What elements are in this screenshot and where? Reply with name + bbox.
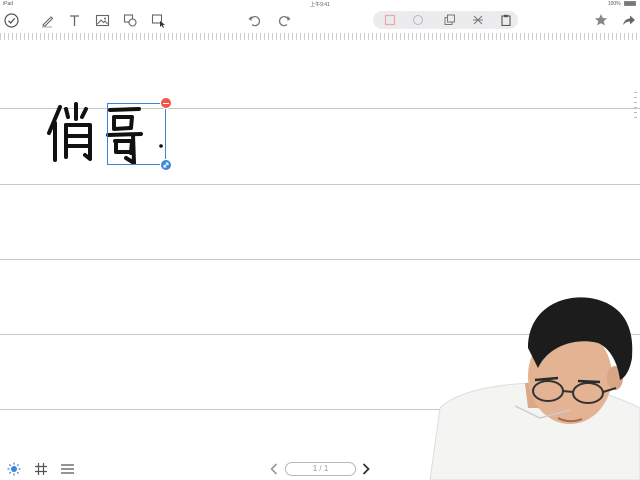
paste-icon[interactable]: [495, 11, 517, 29]
pen-icon[interactable]: [38, 11, 56, 29]
ruled-line: [0, 184, 640, 185]
color-circle-icon[interactable]: [407, 11, 429, 29]
page-scroll-indicator[interactable]: [634, 92, 638, 152]
menu-icon[interactable]: [59, 461, 75, 477]
duplicate-icon[interactable]: [439, 11, 461, 29]
delete-selection-icon[interactable]: [160, 97, 172, 109]
lasso-select-icon[interactable]: [149, 11, 167, 29]
status-bar: iPad 上午9:41 100%: [0, 0, 640, 9]
shapes-icon[interactable]: [121, 11, 139, 29]
brightness-icon[interactable]: [6, 461, 22, 477]
next-page-icon[interactable]: [358, 461, 374, 477]
clock-label: 上午9:41: [310, 2, 330, 8]
star-icon[interactable]: [592, 11, 610, 29]
cut-icon[interactable]: [467, 11, 489, 29]
color-square-icon[interactable]: [379, 11, 401, 29]
page-indicator[interactable]: 1 / 1: [285, 462, 356, 476]
ruler-strip: [0, 33, 640, 40]
done-icon[interactable]: [2, 11, 20, 29]
text-icon[interactable]: [65, 11, 83, 29]
selection-box[interactable]: [107, 103, 166, 165]
image-icon[interactable]: [93, 11, 111, 29]
top-toolbar: [0, 9, 640, 31]
resize-handle-icon[interactable]: [160, 159, 172, 171]
share-icon[interactable]: [619, 11, 637, 29]
undo-icon[interactable]: [245, 11, 263, 29]
battery-indicator: 100%: [608, 1, 636, 7]
presenter-video: [429, 297, 640, 480]
ruled-line: [0, 259, 640, 260]
redo-icon[interactable]: [275, 11, 293, 29]
previous-page-icon[interactable]: [266, 461, 282, 477]
selection-actions: [373, 11, 518, 29]
battery-icon: [624, 1, 636, 7]
bottom-bar: 1 / 1: [0, 457, 640, 480]
grid-icon[interactable]: [33, 461, 49, 477]
battery-label: 100%: [607, 1, 621, 7]
